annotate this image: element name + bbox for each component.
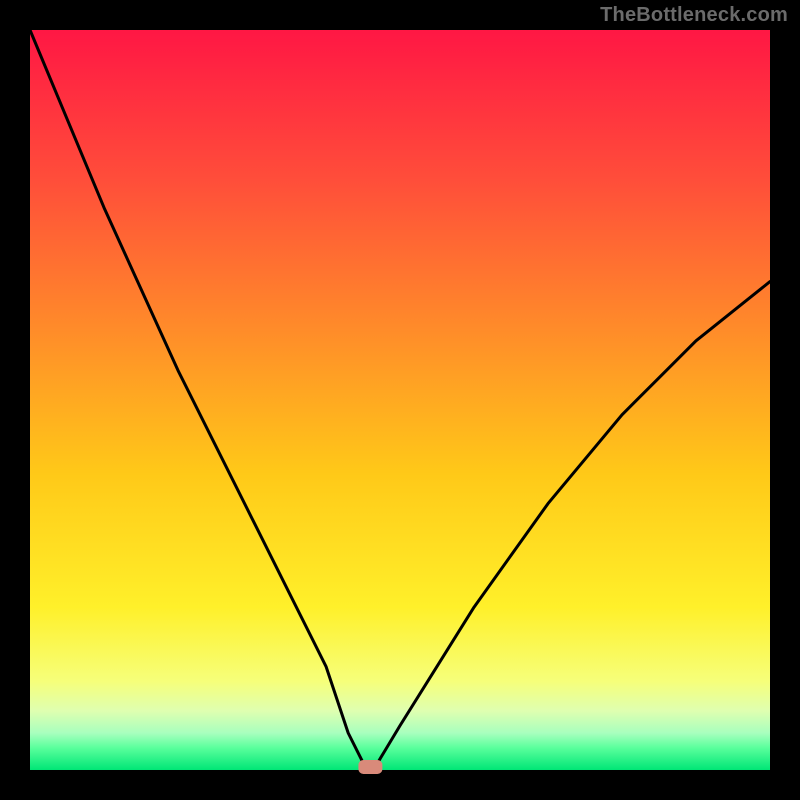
bottleneck-chart <box>0 0 800 800</box>
minimum-marker <box>358 760 382 774</box>
chart-container: TheBottleneck.com <box>0 0 800 800</box>
plot-background <box>30 30 770 770</box>
watermark-label: TheBottleneck.com <box>600 4 788 27</box>
